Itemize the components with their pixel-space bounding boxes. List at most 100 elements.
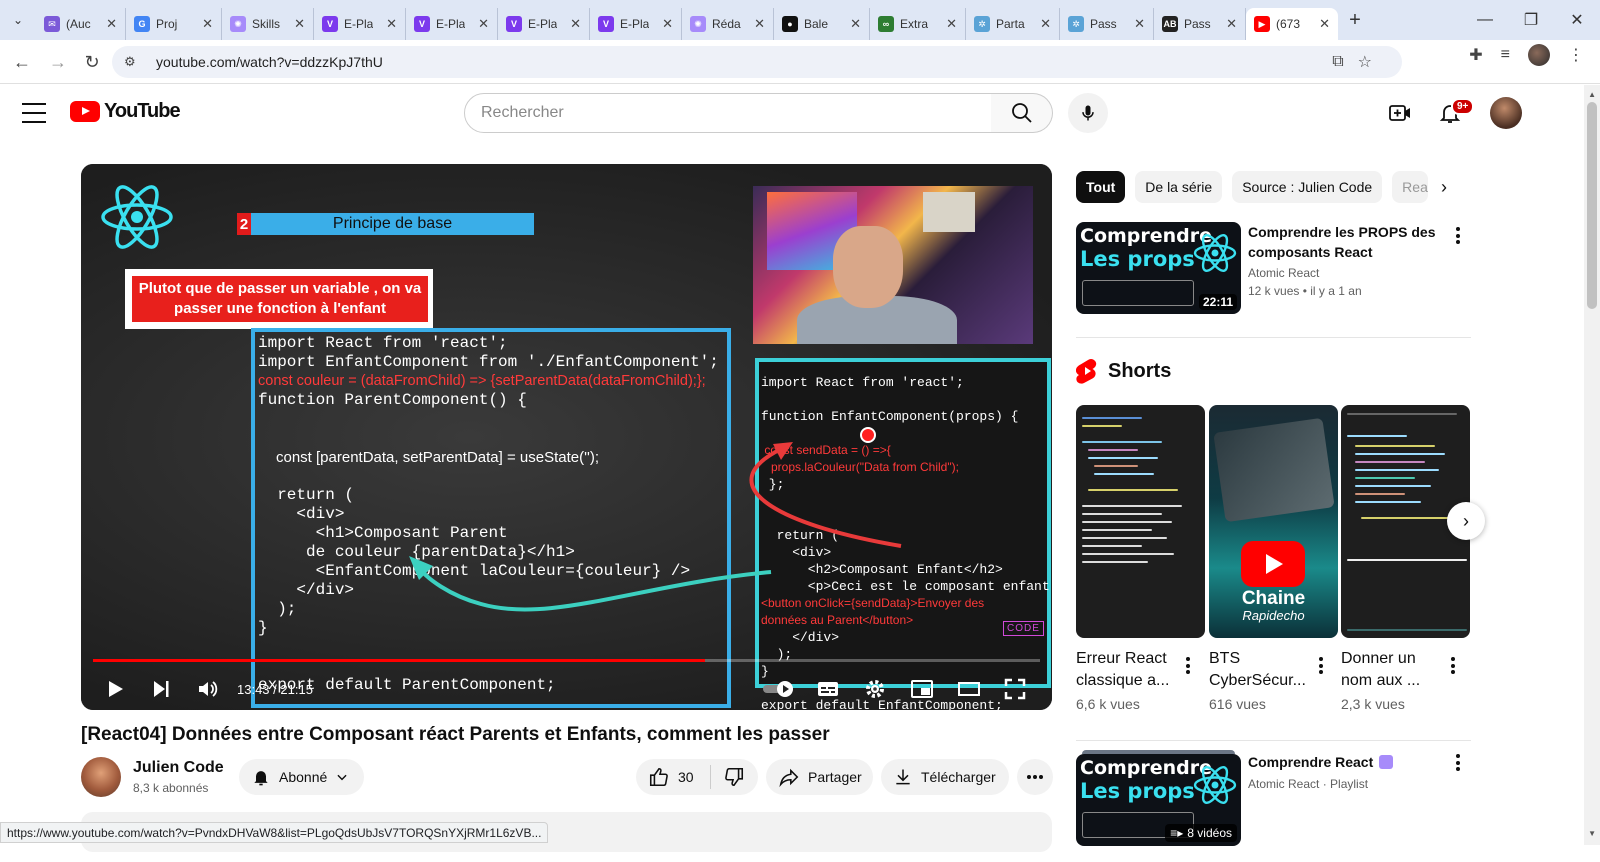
short-title[interactable]: BTS CyberSécur...: [1209, 648, 1309, 692]
more-actions-button[interactable]: [1017, 759, 1053, 795]
tab-close-icon[interactable]: ✕: [1134, 16, 1145, 32]
browser-tab[interactable]: ∞ Extra ✕: [870, 8, 966, 40]
more-vertical-icon[interactable]: [1186, 657, 1190, 677]
next-video-icon[interactable]: [149, 677, 173, 701]
tab-search-chevron-icon[interactable]: ⌄: [0, 0, 36, 40]
channel-avatar[interactable]: [81, 757, 121, 797]
more-vertical-icon[interactable]: [1451, 657, 1455, 677]
scroll-up-arrow-icon[interactable]: ▲: [1588, 90, 1596, 99]
recommended-playlist[interactable]: Comprendre Les props ≡▸ 8 vidéos Compren…: [1076, 750, 1471, 846]
browser-tab[interactable]: V E-Pla ✕: [314, 8, 406, 40]
video-player[interactable]: 2 Principe de base Plutot que de passer …: [81, 164, 1052, 710]
install-app-icon[interactable]: ⧉: [1332, 53, 1343, 71]
address-url[interactable]: youtube.com/watch?v=ddzzKpJ7thU: [156, 54, 383, 70]
play-icon[interactable]: [103, 677, 127, 701]
filter-chip[interactable]: De la série: [1135, 171, 1223, 203]
dislike-thumb-down-icon[interactable]: [723, 766, 745, 788]
tab-close-icon[interactable]: ✕: [662, 16, 673, 32]
more-vertical-icon[interactable]: [1456, 227, 1460, 247]
back-arrow-icon[interactable]: ←: [4, 44, 40, 80]
filter-chip[interactable]: Rea: [1392, 171, 1429, 203]
short-card[interactable]: Donner un nom aux ... 2,3 k vues: [1341, 405, 1470, 712]
volume-icon[interactable]: [196, 677, 220, 701]
browser-tab[interactable]: AB Pass ✕: [1154, 8, 1246, 40]
extensions-puzzle-icon[interactable]: ✚: [1469, 45, 1482, 65]
browser-menu-icon[interactable]: ⋮: [1568, 45, 1584, 65]
download-button[interactable]: Télécharger: [881, 759, 1009, 795]
bookmark-star-icon[interactable]: ☆: [1358, 52, 1372, 72]
new-tab-button[interactable]: +: [1338, 9, 1372, 32]
playlist-thumbnail[interactable]: Comprendre Les props ≡▸ 8 vidéos: [1076, 754, 1241, 846]
tab-close-icon[interactable]: ✕: [754, 16, 765, 32]
tab-close-icon[interactable]: ✕: [386, 16, 397, 32]
tab-close-icon[interactable]: ✕: [946, 16, 957, 32]
short-title[interactable]: Donner un nom aux ...: [1341, 648, 1441, 692]
subtitles-icon[interactable]: [816, 677, 840, 701]
like-count[interactable]: 30: [678, 769, 694, 785]
tab-close-icon[interactable]: ✕: [1040, 16, 1051, 32]
shorts-next-chevron-icon[interactable]: ›: [1447, 502, 1485, 540]
browser-tab[interactable]: ✺ Réda ✕: [682, 8, 774, 40]
address-bar[interactable]: ⚙ youtube.com/watch?v=ddzzKpJ7thU ⧉ ☆: [112, 46, 1402, 78]
short-card[interactable]: Erreur React classique a... 6,6 k vues: [1076, 405, 1205, 712]
filter-chip[interactable]: Source : Julien Code: [1232, 171, 1383, 203]
subscribed-button[interactable]: Abonné: [239, 759, 364, 795]
browser-tab[interactable]: ✉ (Auc ✕: [36, 8, 126, 40]
reload-icon[interactable]: ↻: [74, 44, 110, 80]
progress-played[interactable]: [93, 659, 705, 662]
settings-gear-icon[interactable]: [863, 677, 887, 701]
tab-close-icon[interactable]: ✕: [1319, 16, 1330, 32]
theater-mode-icon[interactable]: [957, 677, 981, 701]
miniplayer-icon[interactable]: [910, 677, 934, 701]
site-info-icon[interactable]: ⚙: [124, 54, 148, 70]
like-thumb-up-icon[interactable]: [648, 766, 670, 788]
create-video-icon[interactable]: [1388, 101, 1412, 125]
browser-tab[interactable]: V E-Pla ✕: [498, 8, 590, 40]
share-button[interactable]: Partager: [766, 759, 873, 795]
tab-close-icon[interactable]: ✕: [294, 16, 305, 32]
recommended-title[interactable]: Comprendre les PROPS des composants Reac…: [1248, 222, 1438, 262]
tab-close-icon[interactable]: ✕: [478, 16, 489, 32]
recommended-channel[interactable]: Atomic React: [1248, 266, 1319, 280]
chips-next-arrow-icon[interactable]: ›: [1432, 175, 1456, 199]
browser-profile-avatar[interactable]: [1528, 44, 1550, 66]
tab-close-icon[interactable]: ✕: [202, 16, 213, 32]
account-avatar[interactable]: [1490, 97, 1522, 129]
tab-close-icon[interactable]: ✕: [1226, 16, 1237, 32]
video-thumbnail[interactable]: Comprendre Les props 22:11: [1076, 222, 1241, 314]
minimize-button[interactable]: —: [1462, 0, 1508, 40]
short-thumbnail[interactable]: [1076, 405, 1205, 638]
browser-tab[interactable]: V E-Pla ✕: [590, 8, 682, 40]
close-window-button[interactable]: ✕: [1554, 0, 1600, 40]
browser-tab[interactable]: ✺ Skills ✕: [222, 8, 314, 40]
autoplay-toggle-icon[interactable]: [761, 677, 797, 701]
fullscreen-icon[interactable]: [1003, 677, 1027, 701]
browser-tab[interactable]: ✲ Parta ✕: [966, 8, 1060, 40]
tab-close-icon[interactable]: ✕: [106, 16, 117, 32]
voice-search-button[interactable]: [1068, 93, 1108, 133]
playlist-title[interactable]: Comprendre React: [1248, 754, 1373, 770]
tab-close-icon[interactable]: ✕: [570, 16, 581, 32]
forward-arrow-icon[interactable]: →: [40, 44, 76, 80]
browser-tab[interactable]: ✲ Pass ✕: [1060, 8, 1154, 40]
short-title[interactable]: Erreur React classique a...: [1076, 648, 1176, 692]
short-card[interactable]: Chaine Rapidecho BTS CyberSécur... 616 v…: [1209, 405, 1338, 712]
youtube-logo[interactable]: YouTube: [70, 100, 181, 123]
browser-tab[interactable]: V E-Pla ✕: [406, 8, 498, 40]
browser-tab[interactable]: ▶ (673 ✕: [1246, 8, 1338, 40]
more-vertical-icon[interactable]: [1319, 657, 1323, 677]
browser-tab[interactable]: ● Bale ✕: [774, 8, 870, 40]
media-control-icon[interactable]: ≡: [1501, 46, 1510, 64]
filter-chip[interactable]: Tout: [1076, 171, 1126, 203]
playlist-title-row[interactable]: Comprendre React: [1248, 754, 1394, 770]
more-vertical-icon[interactable]: [1456, 754, 1460, 774]
scroll-down-arrow-icon[interactable]: ▼: [1588, 829, 1596, 838]
search-input[interactable]: Rechercher: [464, 93, 992, 133]
search-button[interactable]: [991, 93, 1053, 133]
scrollbar-thumb[interactable]: [1587, 102, 1597, 309]
recommended-video[interactable]: Comprendre Les props 22:11 Comprendre le…: [1076, 222, 1471, 314]
channel-name[interactable]: Julien Code: [133, 759, 224, 777]
short-thumbnail[interactable]: Chaine Rapidecho: [1209, 405, 1338, 638]
browser-tab[interactable]: G Proj ✕: [126, 8, 222, 40]
restore-button[interactable]: ❐: [1508, 0, 1554, 40]
